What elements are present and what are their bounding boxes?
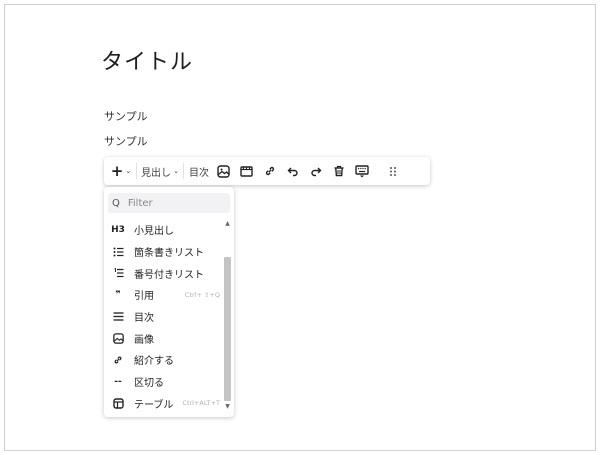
heading-label: 見出し (141, 167, 172, 179)
page-title[interactable]: タイトル (101, 44, 193, 76)
insert-block-menu: Q H3 小見出し 箇条書きリスト (104, 187, 234, 417)
redo-button[interactable] (304, 157, 327, 185)
scroll-down-arrow[interactable]: ▼ (223, 402, 232, 411)
quote-icon: ❞ (115, 289, 121, 300)
numbered-list-icon (110, 265, 126, 281)
drag-handle[interactable] (379, 157, 407, 185)
menu-item-numbered-list[interactable]: 番号付きリスト (108, 262, 220, 284)
menu-item-label: テーブル (134, 399, 174, 411)
chevron-down-icon: ⌄ (125, 167, 132, 175)
divider (183, 163, 184, 179)
toc-label: 目次 (189, 167, 209, 179)
image-icon (217, 164, 230, 178)
menu-item-embed[interactable]: 紹介する (108, 349, 220, 371)
toc-icon (110, 309, 126, 325)
trash-icon (334, 165, 343, 177)
menu-item-quote[interactable]: ❞ 引用 Ctrl+ ⇧+Q (108, 284, 220, 306)
undo-icon (287, 167, 298, 177)
video-icon (240, 165, 253, 177)
menu-items: H3 小見出し 箇条書きリスト 番号付きリスト ❞ 引用 Ctrl+ ⇧+Q 目… (108, 219, 220, 414)
horizontal-rule-icon: -- (114, 376, 122, 387)
menu-item-image[interactable]: 画像 (108, 327, 220, 349)
bullet-list-icon (110, 244, 126, 260)
menu-item-label: 紹介する (134, 356, 174, 368)
menu-item-label: 目次 (134, 313, 154, 325)
heading3-icon: H3 (111, 224, 125, 235)
menu-item-label: 箇条書きリスト (134, 248, 204, 260)
shortcut-hint: Ctrl+ALT+T (182, 399, 220, 408)
divider (136, 163, 137, 179)
floating-toolbar: + ⌄ 見出し ⌄ 目次 (104, 157, 430, 185)
filter-box: Q (108, 193, 230, 213)
delete-button[interactable] (327, 157, 350, 185)
chevron-down-icon: ⌄ (173, 167, 179, 175)
drag-handle-icon (390, 166, 396, 176)
paragraph[interactable]: サンプル (104, 133, 148, 149)
paragraph[interactable]: サンプル (104, 108, 148, 124)
menu-item-divider[interactable]: -- 区切る (108, 371, 220, 393)
menu-item-bullet-list[interactable]: 箇条書きリスト (108, 241, 220, 263)
link-icon (110, 352, 126, 368)
scroll-thumb[interactable] (224, 257, 231, 401)
menu-item-label: 番号付きリスト (134, 269, 204, 281)
menu-item-subheading[interactable]: H3 小見出し (108, 219, 220, 241)
menu-item-label: 区切る (134, 378, 164, 390)
plus-icon: + (110, 161, 124, 180)
link-icon (265, 166, 274, 176)
editor-frame (4, 4, 596, 451)
scroll-track[interactable] (224, 229, 231, 401)
video-button[interactable] (235, 157, 258, 185)
menu-item-label: 画像 (134, 334, 154, 346)
heading-dropdown[interactable]: 見出し ⌄ (139, 157, 181, 185)
toc-button[interactable]: 目次 (186, 157, 212, 185)
table-icon (110, 395, 126, 411)
filter-input[interactable] (127, 197, 218, 209)
menu-item-table[interactable]: テーブル Ctrl+ALT+T (108, 393, 220, 415)
keyboard-button[interactable] (350, 157, 373, 185)
menu-item-label: 小見出し (134, 226, 174, 238)
menu-scrollbar[interactable]: ▲ ▼ (223, 219, 232, 411)
shortcut-hint: Ctrl+ ⇧+Q (184, 290, 220, 299)
link-button[interactable] (258, 157, 281, 185)
image-icon (110, 330, 126, 346)
search-icon: Q (112, 197, 120, 209)
scroll-up-arrow[interactable]: ▲ (223, 219, 232, 228)
menu-item-toc[interactable]: 目次 (108, 306, 220, 328)
image-button[interactable] (212, 157, 235, 185)
undo-button[interactable] (281, 157, 304, 185)
add-block-button[interactable]: + ⌄ (108, 157, 134, 185)
keyboard-icon (354, 164, 369, 177)
redo-icon (310, 167, 321, 177)
menu-item-label: 引用 (134, 291, 154, 303)
